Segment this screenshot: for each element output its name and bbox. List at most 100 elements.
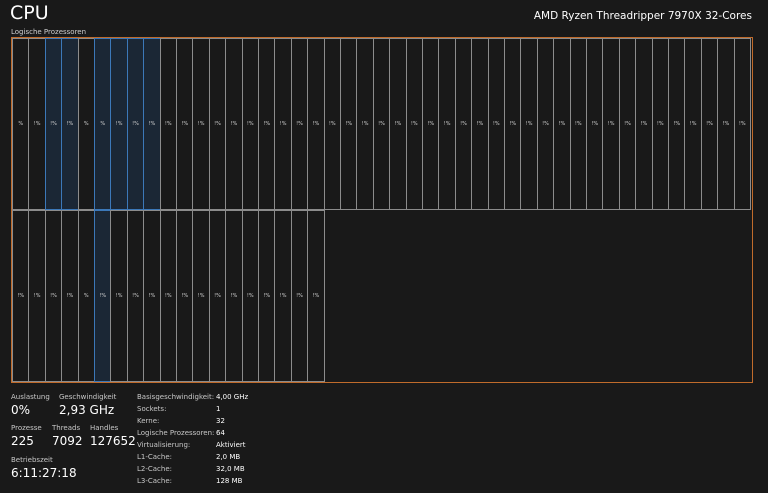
logical-processor-tile: !% — [258, 38, 276, 210]
logical-processor-tile: !% — [356, 38, 374, 210]
processor-usage-label: !% — [164, 121, 172, 127]
detail-key: Virtualisierung: — [137, 441, 191, 449]
processes-value: 225 — [11, 434, 34, 448]
processor-usage-label: !% — [312, 293, 320, 299]
logical-processor-tile: !% — [61, 38, 79, 210]
logical-processor-tile: !% — [28, 210, 46, 382]
processor-usage-label: !% — [66, 121, 74, 127]
detail-key: L2-Cache: — [137, 465, 173, 473]
logical-processor-tile: !% — [258, 210, 276, 382]
processor-usage-label: !% — [263, 121, 271, 127]
detail-key: Basisgeschwindigkeit: — [137, 393, 215, 401]
logical-processor-tile: !% — [225, 210, 243, 382]
processor-usage-label: !% — [148, 121, 156, 127]
processor-usage-label: % — [83, 121, 89, 127]
page-title: CPU — [10, 2, 49, 24]
logical-processor-tile: !% — [651, 38, 669, 210]
processor-usage-label: !% — [33, 293, 41, 299]
logical-processor-tile: !% — [422, 38, 440, 210]
processor-usage-label: !% — [410, 121, 418, 127]
logical-processor-tile: !% — [192, 210, 210, 382]
processor-usage-label: !% — [181, 293, 189, 299]
logical-processor-tile: !% — [307, 210, 325, 382]
processor-usage-label: !% — [607, 121, 615, 127]
detail-key: L1-Cache: — [137, 453, 173, 461]
logical-processor-tile: !% — [487, 38, 505, 210]
processor-usage-label: !% — [574, 121, 582, 127]
detail-key: Kerne: — [137, 417, 160, 425]
logical-processor-tile: !% — [553, 38, 571, 210]
processor-usage-label: !% — [296, 121, 303, 127]
logical-processors-label: Logische Prozessoren — [11, 28, 87, 36]
processor-usage-label: !% — [115, 121, 123, 127]
processor-usage-label: !% — [197, 121, 205, 127]
logical-processor-tile: !% — [717, 38, 735, 210]
processor-usage-label: !% — [132, 121, 139, 127]
detail-value: Aktiviert — [216, 441, 246, 449]
processor-usage-label: !% — [115, 293, 123, 299]
logical-processor-tile: !% — [126, 210, 145, 382]
processor-usage-label: !% — [706, 121, 713, 127]
detail-value: 2,0 MB — [216, 453, 241, 461]
processor-usage-label: !% — [164, 293, 172, 299]
threads-value: 7092 — [52, 434, 83, 448]
logical-processor-tile: !% — [586, 38, 604, 210]
processor-usage-label: !% — [312, 121, 320, 127]
logical-processor-tile: !% — [618, 38, 637, 210]
processor-usage-label: !% — [181, 121, 189, 127]
logical-processor-tile: % — [12, 38, 30, 210]
processor-usage-label: !% — [246, 121, 254, 127]
logical-processor-tile: !% — [372, 38, 391, 210]
logical-processor-tile: !% — [159, 38, 177, 210]
processor-usage-label: !% — [525, 121, 533, 127]
detail-key: Logische Prozessoren: — [137, 429, 215, 437]
logical-processor-tile: !% — [569, 38, 587, 210]
logical-processor-tile: !% — [454, 38, 473, 210]
processor-usage-label: !% — [17, 293, 25, 299]
processor-usage-label: !% — [279, 121, 287, 127]
logical-processor-tile: !% — [94, 210, 112, 382]
processor-usage-label: !% — [132, 293, 139, 299]
processor-usage-label: !% — [148, 293, 156, 299]
processor-usage-label: !% — [33, 121, 41, 127]
detail-value: 64 — [216, 429, 225, 437]
processor-usage-label: !% — [246, 293, 254, 299]
logical-processor-tile: !% — [389, 38, 407, 210]
processor-usage-label: !% — [476, 121, 484, 127]
handles-label: Handles — [90, 424, 119, 432]
processor-usage-label: !% — [673, 121, 681, 127]
logical-processor-tile: !% — [159, 210, 177, 382]
processor-usage-label: !% — [722, 121, 730, 127]
detail-value: 32,0 MB — [216, 465, 245, 473]
processor-usage-label: !% — [197, 293, 205, 299]
logical-processor-tile: !% — [274, 210, 292, 382]
logical-processor-tile: !% — [602, 38, 620, 210]
logical-processor-tile: !% — [12, 210, 30, 382]
processor-usage-label: % — [100, 121, 106, 127]
logical-processor-tile: !% — [208, 38, 227, 210]
processor-usage-label: % — [18, 121, 24, 127]
logical-processor-tile: !% — [61, 210, 79, 382]
processor-usage-label: !% — [279, 293, 287, 299]
processor-usage-label: !% — [443, 121, 451, 127]
processor-usage-label: !% — [99, 293, 107, 299]
uptime-value: 6:11:27:18 — [11, 466, 77, 480]
logical-processor-tile: !% — [323, 38, 341, 210]
detail-value: 4,00 GHz — [216, 393, 249, 401]
logical-processor-tile: !% — [126, 38, 145, 210]
logical-processor-tile: !% — [668, 38, 686, 210]
logical-processor-tile: % — [77, 38, 95, 210]
utilization-value: 0% — [11, 403, 31, 417]
processor-usage-label: !% — [656, 121, 664, 127]
speed-value: 2,93 GHz — [59, 403, 115, 417]
uptime-label: Betriebszeit — [11, 456, 53, 464]
processor-usage-label: !% — [361, 121, 369, 127]
speed-label: Geschwindigkeit — [59, 393, 117, 401]
processor-usage-label: !% — [509, 121, 517, 127]
logical-processor-tile: !% — [143, 38, 161, 210]
cpu-model-name: AMD Ryzen Threadripper 7970X 32-Cores — [533, 10, 752, 22]
logical-processor-tile: !% — [225, 38, 243, 210]
processor-usage-label: !% — [394, 121, 402, 127]
processor-usage-label: % — [83, 293, 89, 299]
processor-usage-label: !% — [378, 121, 385, 127]
